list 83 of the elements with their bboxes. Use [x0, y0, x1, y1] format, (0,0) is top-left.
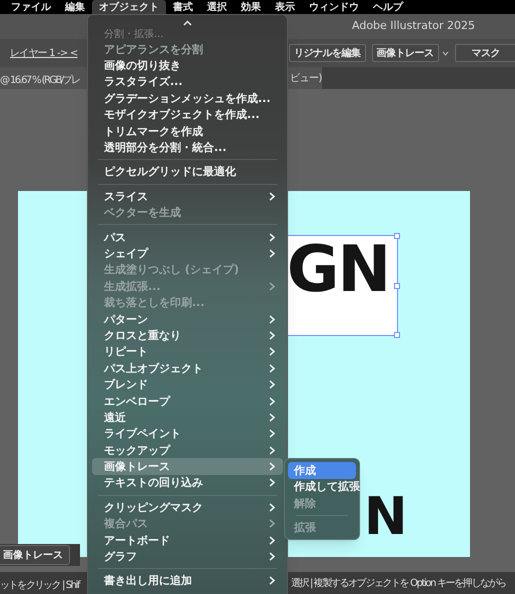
menu-item-label: 書き出し用に追加: [104, 575, 192, 586]
menu-item[interactable]: 遠近: [92, 409, 283, 426]
menu-item[interactable]: ラスタライズ...: [92, 74, 283, 90]
toolbar-button[interactable]: リジナルを編集: [289, 44, 366, 62]
menu-item[interactable]: グラフ: [92, 548, 283, 565]
status-text: ットをクリック | Shif: [0, 580, 80, 591]
menu-item-label: ラスタライズ...: [104, 76, 183, 88]
menu-bar-item[interactable]: ウィンドウ: [302, 0, 366, 14]
submenu-item-label: 作成: [294, 464, 316, 476]
submenu-item-label: 拡張: [294, 522, 316, 534]
menu-item[interactable]: ブレンド: [92, 376, 283, 393]
menu-item-label: ピクセルグリッドに最適化: [104, 166, 236, 178]
selection-handle[interactable]: [394, 332, 400, 338]
menu-item[interactable]: パス上オブジェクト: [92, 360, 283, 376]
menu-item[interactable]: モザイクオブジェクトを作成...: [92, 106, 283, 123]
menu-item[interactable]: クリッピングマスク: [92, 499, 283, 516]
menu-item-label: ライブペイント: [104, 428, 181, 440]
menu-item-label: ベクターを生成: [104, 207, 181, 218]
menu-item-label: パス: [104, 232, 126, 243]
menu-item[interactable]: 透明部分を分割・統合...: [92, 139, 283, 156]
menu-item-label: アピアランスを分割: [104, 44, 203, 55]
scroll-up-icon[interactable]: [183, 20, 192, 26]
menu-item-label: エンベロープ: [104, 396, 170, 406]
chevron-down-icon[interactable]: [442, 50, 448, 56]
selection-handle[interactable]: [394, 233, 400, 239]
menu-bar-item[interactable]: 選択: [200, 0, 234, 14]
menu-item[interactable]: テキストの回り込み: [92, 474, 283, 492]
menu-bar-item[interactable]: ファイル: [4, 0, 58, 14]
menu-item[interactable]: グラデーションメッシュを作成...: [92, 90, 283, 107]
menu-item[interactable]: 書き出し用に追加: [92, 572, 283, 590]
menu-item-label: モックアップ: [104, 444, 170, 456]
menu-item-label: モザイクオブジェクトを作成...: [104, 109, 260, 120]
submenu-item-label: 解除: [294, 498, 316, 509]
chevron-right-icon: [269, 576, 275, 586]
image-text: GN: [286, 238, 389, 302]
window-title: Adobe Illustrator 2025: [352, 18, 475, 34]
menu-item-label: テキストの回り込み: [104, 477, 203, 488]
tab-title: @ 16.67 % (RGB/プレ: [0, 75, 80, 86]
menu-bar-item[interactable]: 表示: [268, 0, 302, 14]
selection-handle[interactable]: [394, 283, 400, 289]
menu-item-label: 画像トレース: [104, 461, 170, 472]
image-trace-button[interactable]: 画像トレース: [0, 545, 70, 565]
menu-item-label: グラフ: [104, 551, 137, 562]
menu-item[interactable]: リピート: [92, 344, 283, 360]
menu-item[interactable]: モックアップ: [92, 442, 283, 458]
tab-title: ビュー): [290, 72, 322, 86]
menu-item-label: グラデーションメッシュを作成...: [104, 92, 271, 104]
menu-item-label: クロスと重なり: [104, 330, 181, 341]
menu-item-label: トリムマークを作成: [104, 126, 203, 137]
menu-item-label: 画像の切り抜き: [104, 60, 181, 72]
menu-bar-item[interactable]: 編集: [58, 0, 92, 14]
menu-item[interactable]: ピクセルグリッドに最適化: [92, 164, 283, 180]
image-text: N: [364, 491, 408, 543]
chevron-right-icon: [269, 282, 275, 291]
menu-item[interactable]: 画像トレース: [92, 458, 283, 475]
menu-item-label: 透明部分を分割・統合...: [104, 142, 227, 154]
menu-bar-item[interactable]: 書式: [166, 0, 200, 14]
menu-item-label: 遠近: [104, 412, 126, 423]
menu-item[interactable]: アートボード: [92, 532, 283, 548]
menu-item[interactable]: 画像の切り抜き: [92, 57, 283, 74]
menu-item-label: スライス: [104, 190, 148, 202]
toolbar-button[interactable]: 画像トレース: [372, 44, 438, 62]
breadcrumb[interactable]: レイヤー 1 -> <: [10, 46, 78, 60]
menu-item[interactable]: エンベロープ: [92, 392, 283, 410]
menu-bar-item[interactable]: オブジェクト: [92, 0, 166, 14]
menu-item-label: アートボード: [104, 534, 170, 546]
menu-item-label: 複合パス: [104, 518, 148, 530]
menu-item[interactable]: トリムマークを作成: [92, 122, 283, 140]
menu-bar-item[interactable]: ヘルプ: [366, 0, 410, 14]
toolbar-button[interactable]: マスク: [454, 44, 515, 62]
menu-item[interactable]: ライブペイント: [92, 426, 283, 442]
status-text: 選択 | 複製するオブジェクトを Option キーを押しながら: [291, 576, 506, 590]
chevron-right-icon: [269, 192, 275, 201]
menu-item-label: パターン: [104, 314, 148, 325]
menu-item-label: ブレンド: [104, 379, 148, 390]
menu-item-label: クリッピングマスク: [104, 502, 203, 513]
menu-item-label: 生成拡張...: [104, 280, 161, 292]
menu-item-label: パス上オブジェクト: [104, 362, 203, 374]
menu-item[interactable]: スライス: [92, 188, 283, 205]
submenu-item-label: 作成して拡張: [294, 481, 360, 492]
menu-bar-item[interactable]: 効果: [234, 0, 268, 14]
menu-item-label: リピート: [104, 346, 148, 358]
menu-item-label: シェイプ: [104, 248, 148, 259]
